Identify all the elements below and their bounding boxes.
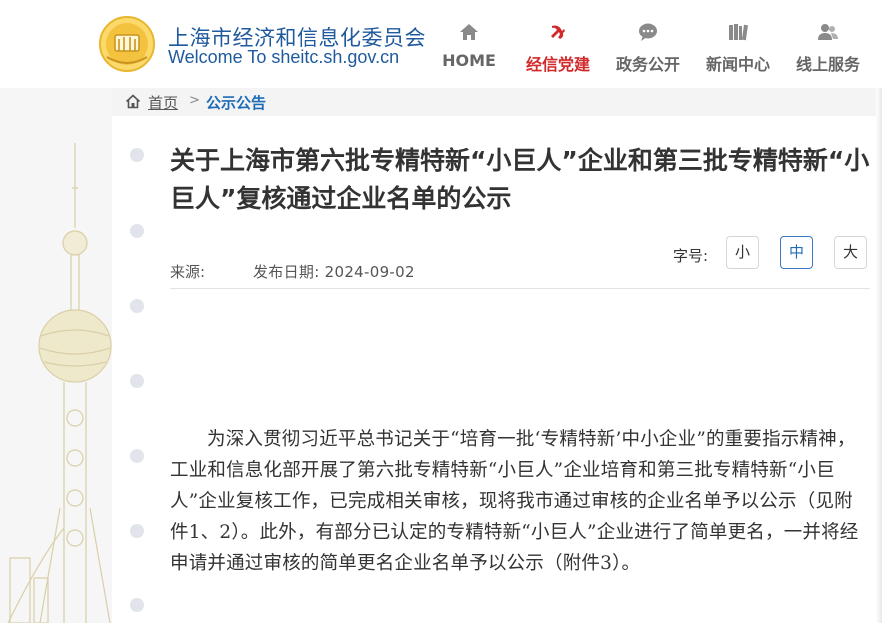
nav-online-service-label: 线上服务 [795, 55, 860, 74]
nav-home-label: HOME [442, 51, 496, 70]
timeline-dot [130, 148, 144, 162]
article-panel: 关于上海市第六批专精特新“小巨人”企业和第三批专精特新“小巨人”复核通过企业名单… [112, 116, 882, 623]
home-icon [125, 94, 141, 109]
nav-gov-affairs-label: 政务公开 [615, 55, 680, 74]
timeline-dot [130, 299, 144, 313]
article-title: 关于上海市第六批专精特新“小巨人”企业和第三批专精特新“小巨人”复核通过企业名单… [170, 146, 870, 213]
breadcrumb-current[interactable]: 公示公告 [206, 92, 266, 113]
timeline-dot [130, 224, 144, 238]
nav-gov-affairs[interactable]: 政务公开 [603, 0, 693, 88]
font-size-label: 字号: [673, 247, 709, 265]
timeline-dot [130, 449, 144, 463]
article-body: 为深入贯彻习近平总书记关于“培育一批‘专精特新’中小企业”的重要指示精神，工业和… [170, 429, 859, 574]
article-date-label: 发布日期: [253, 263, 320, 281]
breadcrumb: 首页 > 公示公告 [112, 88, 882, 116]
nav-party-building[interactable]: 经信党建 [513, 0, 603, 88]
font-size-medium-button[interactable]: 中 [780, 236, 813, 269]
site-header: 上海市经济和信息化委员会 Welcome To sheitc.sh.gov.cn… [0, 0, 882, 88]
article-source-label: 来源: [170, 263, 206, 281]
article-date: 发布日期: 2024-09-02 [253, 261, 415, 282]
nav-home[interactable]: HOME [424, 0, 514, 88]
timeline-dot [130, 374, 144, 388]
home-icon [460, 24, 478, 40]
site-subtitle: Welcome To sheitc.sh.gov.cn [168, 47, 400, 67]
nav-news-center[interactable]: 新闻中心 [693, 0, 783, 88]
breadcrumb-separator: > [189, 93, 200, 108]
tower-illustration [0, 88, 112, 623]
divider [170, 288, 870, 289]
nav-party-building-label: 经信党建 [525, 55, 590, 74]
site-logo-icon[interactable] [97, 15, 157, 73]
oriental-pearl-tower-icon [7, 143, 112, 623]
nav-news-center-label: 新闻中心 [705, 55, 770, 74]
timeline-dot [130, 598, 144, 612]
font-size-large-button[interactable]: 大 [834, 236, 867, 269]
breadcrumb-home-link[interactable]: 首页 [148, 92, 178, 113]
page: 上海市经济和信息化委员会 Welcome To sheitc.sh.gov.cn… [0, 0, 882, 623]
party-emblem-icon [551, 25, 565, 39]
timeline-dot [130, 524, 144, 538]
chat-bubble-icon [639, 23, 657, 41]
books-icon [729, 24, 748, 41]
nav-online-service[interactable]: 线上服务 [783, 0, 873, 88]
article-date-value: 2024-09-02 [324, 263, 415, 281]
user-group-icon [818, 24, 838, 40]
scroll-edge [876, 88, 882, 623]
font-size-small-button[interactable]: 小 [726, 236, 759, 269]
